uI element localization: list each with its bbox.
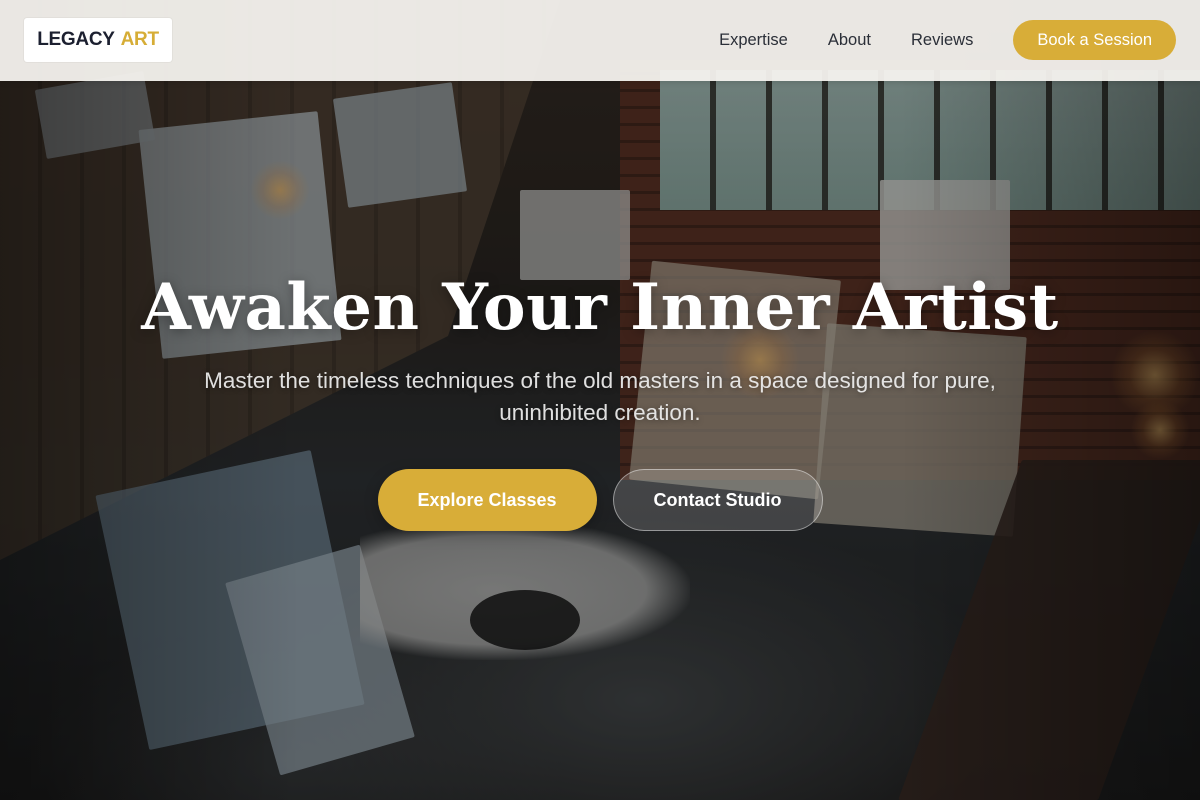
site-header: LEGACY ART Expertise About Reviews Book … <box>0 0 1200 81</box>
hero-title: Awaken Your Inner Artist <box>141 270 1059 345</box>
nav-link-about[interactable]: About <box>828 31 871 50</box>
logo-word-accent: ART <box>120 29 159 50</box>
hero-actions: Explore Classes Contact Studio <box>0 469 1200 531</box>
landing-page: LEGACY ART Expertise About Reviews Book … <box>0 0 1200 800</box>
book-session-button[interactable]: Book a Session <box>1013 20 1176 60</box>
nav-link-expertise[interactable]: Expertise <box>719 31 788 50</box>
hero-section: Awaken Your Inner Artist Master the time… <box>0 81 1200 800</box>
logo-word-primary: LEGACY <box>37 29 115 50</box>
explore-classes-button[interactable]: Explore Classes <box>377 469 597 531</box>
nav-link-reviews[interactable]: Reviews <box>911 31 973 50</box>
main-nav: Expertise About Reviews Book a Session <box>719 20 1176 60</box>
contact-studio-button[interactable]: Contact Studio <box>612 469 823 531</box>
hero-subtitle: Master the timeless techniques of the ol… <box>204 368 996 425</box>
brand-logo[interactable]: LEGACY ART <box>24 18 172 62</box>
